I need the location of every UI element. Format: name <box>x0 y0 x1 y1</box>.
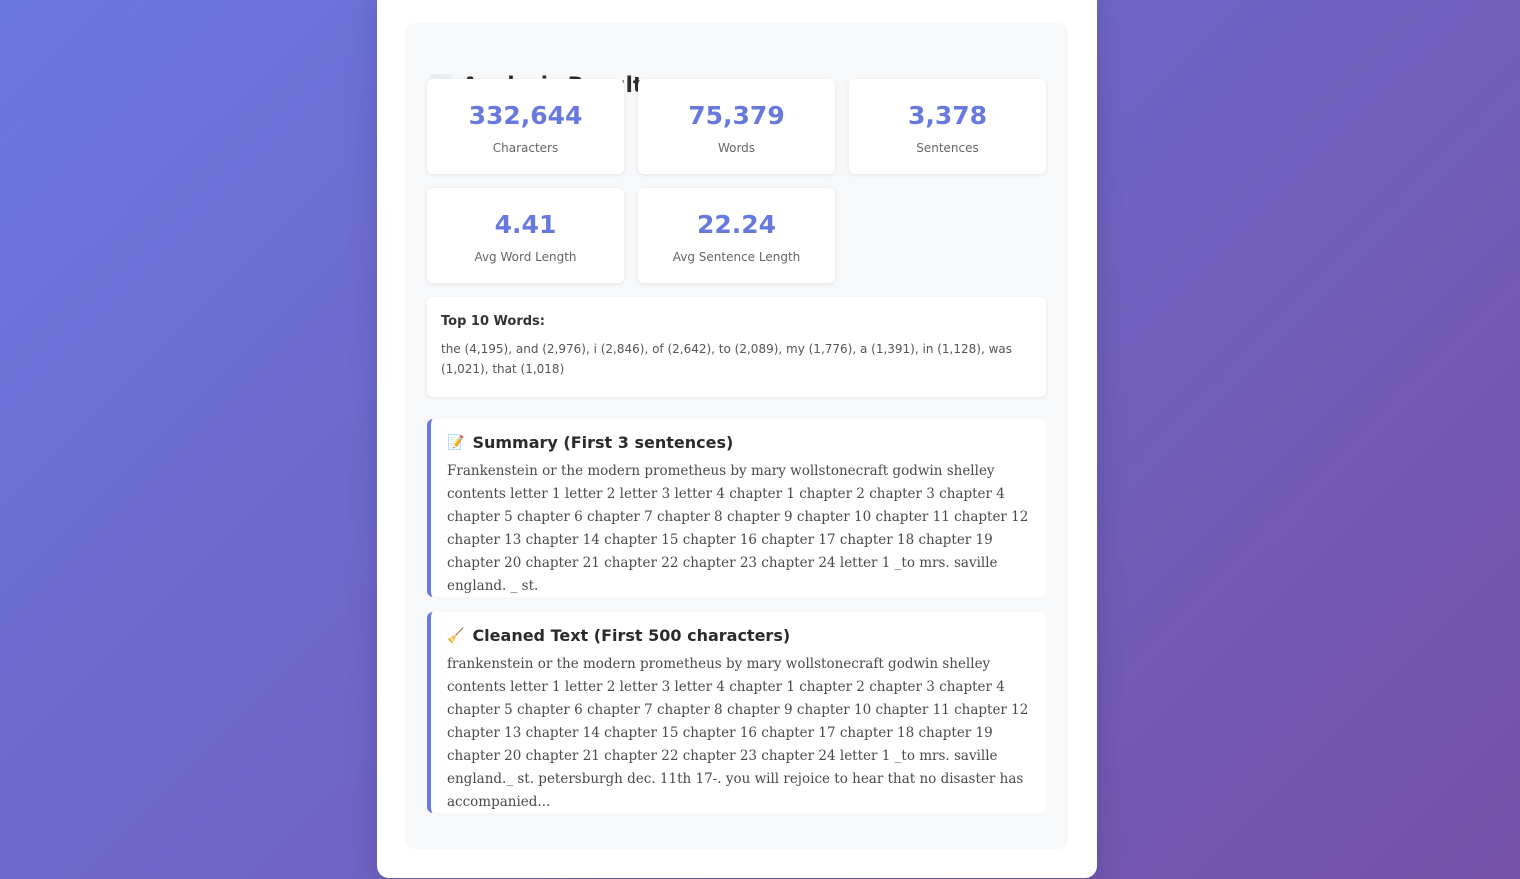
stat-label: Words <box>717 141 756 155</box>
stat-label: Sentences <box>916 141 979 155</box>
top-words-list: the (4,195), and (2,976), i (2,846), of … <box>441 342 1013 376</box>
stat-avg-sentence-length: 22.24 Avg Sentence Length <box>638 188 835 283</box>
stat-label: Avg Word Length <box>474 250 577 264</box>
cleaned-text-title: Cleaned Text (First 500 characters) <box>472 626 791 645</box>
top-words-box: Top 10 Words: the (4,195), and (2,976), … <box>427 297 1046 397</box>
memo-icon: 📝 <box>447 434 465 451</box>
stat-value: 22.24 <box>696 210 777 239</box>
stat-characters: 332,644 Characters <box>427 79 624 174</box>
stat-value: 332,644 <box>468 101 583 130</box>
summary-box: 📝 Summary (First 3 sentences) Frankenste… <box>427 419 1046 597</box>
stat-value: 75,379 <box>688 101 785 130</box>
stat-avg-word-length: 4.41 Avg Word Length <box>427 188 624 283</box>
analysis-results-panel: Analysis Results 332,644 Characters 75,3… <box>405 23 1068 849</box>
stat-words: 75,379 Words <box>638 79 835 174</box>
stat-value: 3,378 <box>907 101 988 130</box>
cleaned-text-content: frankenstein or the modern prometheus by… <box>447 656 1029 810</box>
broom-icon: 🧹 <box>447 627 465 644</box>
stat-sentences: 3,378 Sentences <box>849 79 1046 174</box>
top-words-title: Top 10 Words: <box>441 314 545 329</box>
summary-text: Frankenstein or the modern prometheus by… <box>447 463 1029 594</box>
main-card: Analysis Results 332,644 Characters 75,3… <box>377 0 1097 878</box>
cleaned-text-heading: 🧹 Cleaned Text (First 500 characters) <box>447 626 1032 645</box>
stat-label: Characters <box>492 141 559 155</box>
stat-label: Avg Sentence Length <box>672 250 801 264</box>
stat-value: 4.41 <box>494 210 557 239</box>
summary-title: Summary (First 3 sentences) <box>472 433 734 452</box>
summary-heading: 📝 Summary (First 3 sentences) <box>447 433 1032 452</box>
cleaned-text-box: 🧹 Cleaned Text (First 500 characters) fr… <box>427 612 1046 813</box>
